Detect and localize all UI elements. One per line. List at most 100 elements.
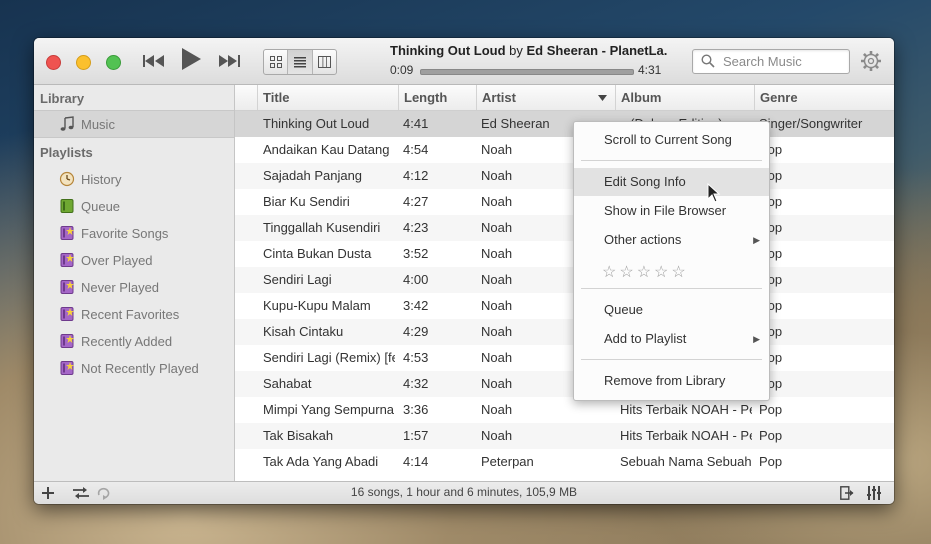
minimize-window-button[interactable]	[76, 55, 91, 70]
cell-genre: Pop	[759, 428, 783, 443]
table-row[interactable]: Thinking Out Loud 4:41 Ed Sheeran x (Del…	[235, 111, 894, 137]
now-playing-label: Thinking Out Loud by Ed Sheeran - Planet…	[390, 43, 668, 58]
menu-item-remove-from-library[interactable]: Remove from Library	[574, 367, 769, 395]
add-playlist-button[interactable]	[38, 483, 58, 503]
sidebar-item-recent-favorites[interactable]: Recent Favorites	[34, 301, 234, 327]
sidebar-item-not-recently-played[interactable]: Not Recently Played	[34, 355, 234, 381]
queue-icon	[59, 198, 75, 214]
column-header-artist[interactable]: Artist	[476, 85, 615, 110]
cell-album: Sebuah Nama Sebuah Cerita	[620, 454, 752, 469]
cell-title: Tinggallah Kusendiri	[263, 220, 381, 235]
sidebar-item-queue[interactable]: Queue	[34, 193, 234, 219]
column-view-button[interactable]	[313, 50, 336, 74]
cell-length: 4:41	[403, 116, 429, 131]
menu-item-show-in-file-browser[interactable]: Show in File Browser	[574, 197, 769, 225]
table-row[interactable]: Biar Ku Sendiri 4:27 Noah Pop	[235, 189, 894, 215]
menu-item-other-actions[interactable]: Other actions ▶	[574, 226, 769, 254]
cell-length: 3:52	[403, 246, 429, 261]
rating-stars[interactable]: ☆ ☆ ☆ ☆ ☆	[602, 262, 686, 282]
settings-button[interactable]	[858, 51, 884, 71]
table-row[interactable]: Tinggallah Kusendiri 4:23 Noah Pop	[235, 215, 894, 241]
menu-item-add-to-playlist[interactable]: Add to Playlist ▶	[574, 325, 769, 353]
star-icon[interactable]: ☆	[602, 262, 616, 282]
cell-genre: Pop	[759, 376, 783, 391]
status-bar: 16 songs, 1 hour and 6 minutes, 105,9 MB	[34, 481, 894, 504]
sidebar-toggle-icon	[840, 486, 854, 500]
cell-genre: Pop	[759, 454, 783, 469]
cell-title: Mimpi Yang Sempurna	[263, 402, 395, 417]
repeat-button[interactable]	[93, 483, 115, 503]
seek-bar[interactable]	[420, 69, 634, 75]
cell-genre: Pop	[759, 220, 783, 235]
menu-item-queue[interactable]: Queue	[574, 296, 769, 324]
column-header-album[interactable]: Album	[615, 85, 754, 110]
search-input[interactable]	[721, 53, 845, 70]
sidebar-item-label: Not Recently Played	[81, 360, 199, 376]
now-playing-artist: Ed Sheeran	[526, 43, 599, 58]
menu-item-edit-song-info[interactable]: Edit Song Info	[574, 168, 769, 196]
table-row[interactable]: Tak Ada Yang Abadi 4:14 Peterpan Sebuah …	[235, 449, 894, 475]
sidebar-item-history[interactable]: History	[34, 166, 234, 192]
sidebar-item-label: Recently Added	[81, 333, 173, 349]
previous-button[interactable]	[141, 51, 167, 71]
sidebar-item-music[interactable]: Music	[34, 110, 234, 138]
repeat-icon	[97, 487, 110, 500]
grid-view-button[interactable]	[264, 50, 289, 74]
shuffle-button[interactable]	[70, 483, 92, 503]
table-row[interactable]: Sajadah Panjang 4:12 Noah Pop	[235, 163, 894, 189]
cell-genre: Singer/Songwriter	[759, 116, 863, 131]
smart-playlist-icon	[59, 333, 75, 349]
cell-length: 4:32	[403, 376, 429, 391]
cell-title: Sahabat	[263, 376, 312, 391]
sidebar-item-label: Never Played	[81, 279, 160, 295]
now-playing-by: by	[505, 43, 527, 58]
info-panel-button[interactable]	[836, 483, 858, 503]
table-row[interactable]: Sendiri Lagi (Remix) [feat. Maia Estiant…	[235, 345, 894, 371]
previous-icon	[143, 55, 164, 67]
cell-genre: Pop	[759, 168, 783, 183]
cell-title: Cinta Bukan Dusta	[263, 246, 372, 261]
cell-length: 4:14	[403, 454, 429, 469]
close-window-button[interactable]	[46, 55, 61, 70]
sidebar-item-over-played[interactable]: Over Played	[34, 247, 234, 273]
column-header-length[interactable]: Length	[398, 85, 476, 110]
list-view-button[interactable]	[288, 50, 313, 74]
star-icon[interactable]: ☆	[654, 262, 668, 282]
equalizer-button[interactable]	[863, 483, 885, 503]
maximize-window-button[interactable]	[106, 55, 121, 70]
table-row[interactable]: Kisah Cintaku 4:29 Noah Pop	[235, 319, 894, 345]
cell-genre: Pop	[759, 402, 783, 417]
equalizer-icon	[867, 486, 881, 500]
table-row[interactable]: Sendiri Lagi 4:00 Noah Pop	[235, 267, 894, 293]
star-icon[interactable]: ☆	[671, 262, 685, 282]
next-button[interactable]	[216, 51, 242, 71]
column-header-title[interactable]: Title	[257, 85, 398, 110]
table-row[interactable]: Tak Bisakah 1:57 Noah Hits Terbaik NOAH …	[235, 423, 894, 449]
column-header-genre[interactable]: Genre	[754, 85, 894, 110]
cell-title: Tak Bisakah	[263, 428, 334, 443]
table-row[interactable]: Andaikan Kau Datang 4:54 Noah Pop	[235, 137, 894, 163]
sidebar-item-never-played[interactable]: Never Played	[34, 274, 234, 300]
menu-separator	[581, 359, 762, 360]
star-icon[interactable]: ☆	[619, 262, 633, 282]
columns-icon	[317, 56, 331, 68]
table-row[interactable]: Mimpi Yang Sempurna 3:36 Noah Hits Terba…	[235, 397, 894, 423]
status-text: 16 songs, 1 hour and 6 minutes, 105,9 MB	[350, 485, 578, 499]
table-row[interactable]: Kupu-Kupu Malam 3:42 Noah Pop	[235, 293, 894, 319]
cell-length: 4:00	[403, 272, 429, 287]
history-icon	[59, 171, 75, 187]
cell-title: Thinking Out Loud	[263, 116, 370, 131]
cell-length: 4:12	[403, 168, 429, 183]
sidebar-item-label: Queue	[81, 198, 121, 214]
table-row[interactable]: Cinta Bukan Dusta 3:52 Noah Pop	[235, 241, 894, 267]
music-note-icon	[59, 116, 75, 132]
sidebar-item-favorite-songs[interactable]: Favorite Songs	[34, 220, 234, 246]
sidebar-item-recently-added[interactable]: Recently Added	[34, 328, 234, 354]
smart-playlist-icon	[59, 306, 75, 322]
table-row[interactable]: Sahabat 4:32 Noah Pop	[235, 371, 894, 397]
cell-genre: Pop	[759, 246, 783, 261]
menu-item-scroll-to-current-song[interactable]: Scroll to Current Song	[574, 126, 769, 154]
play-button[interactable]	[178, 48, 204, 70]
menu-item-label: Add to Playlist	[604, 331, 687, 346]
star-icon[interactable]: ☆	[637, 262, 651, 282]
